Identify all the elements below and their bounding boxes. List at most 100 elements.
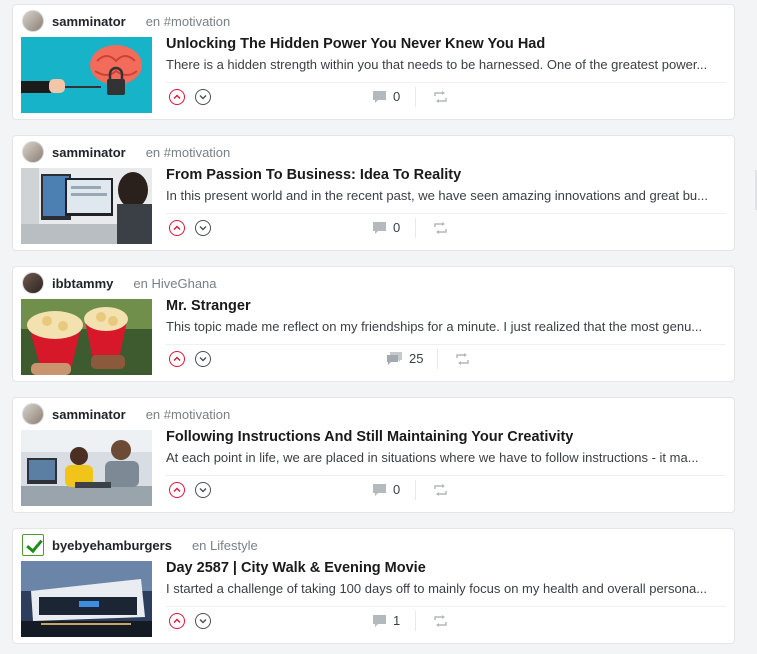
divider: [415, 87, 416, 107]
post-header: samminator en #motivation: [22, 10, 230, 32]
divider: [415, 480, 416, 500]
reblog-button[interactable]: [434, 614, 447, 632]
divider: [415, 218, 416, 238]
comment-count: 0: [393, 220, 401, 235]
chevron-up-icon: [173, 487, 181, 492]
reblog-icon: [434, 91, 447, 103]
post-card[interactable]: ibbtammy en HiveGhana Mr. Stranger This …: [12, 266, 735, 382]
post-card[interactable]: samminator en #motivation Following Inst…: [12, 397, 735, 513]
comment-count: 0: [393, 482, 401, 497]
author-avatar[interactable]: [22, 141, 44, 163]
post-title[interactable]: Day 2587 | City Walk & Evening Movie: [166, 560, 426, 576]
downvote-button[interactable]: [195, 613, 211, 629]
comments-button[interactable]: 1: [372, 613, 400, 629]
comment-count: 0: [393, 89, 401, 104]
upvote-button[interactable]: [169, 482, 185, 498]
community-name[interactable]: en #motivation: [146, 14, 231, 29]
chevron-up-icon: [173, 356, 181, 361]
divider: [166, 475, 726, 476]
post-actions: 0: [169, 218, 729, 239]
post-title[interactable]: Following Instructions And Still Maintai…: [166, 429, 573, 445]
post-header: byebyehamburgers en Lifestyle: [22, 534, 258, 556]
reblog-icon: [434, 615, 447, 627]
comments-button[interactable]: 0: [372, 482, 400, 498]
author-name[interactable]: samminator: [52, 407, 126, 422]
comment-icon: [373, 484, 386, 496]
upvote-button[interactable]: [169, 613, 185, 629]
reblog-icon: [456, 353, 469, 365]
upvote-button[interactable]: [169, 89, 185, 105]
community-name[interactable]: en Lifestyle: [192, 538, 258, 553]
chevron-down-icon: [199, 619, 207, 624]
post-title[interactable]: Unlocking The Hidden Power You Never Kne…: [166, 36, 545, 52]
reblog-icon: [434, 484, 447, 496]
post-header: ibbtammy en HiveGhana: [22, 272, 217, 294]
post-actions: 25: [169, 349, 729, 370]
author-avatar[interactable]: [22, 403, 44, 425]
post-thumbnail[interactable]: [21, 37, 152, 113]
post-title[interactable]: Mr. Stranger: [166, 298, 251, 314]
chevron-down-icon: [199, 226, 207, 231]
post-card[interactable]: byebyehamburgers en Lifestyle Day 2587 |…: [12, 528, 735, 644]
comment-icon: [373, 91, 386, 103]
downvote-button[interactable]: [195, 89, 211, 105]
downvote-button[interactable]: [195, 482, 211, 498]
comments-button[interactable]: 0: [372, 89, 400, 105]
post-thumbnail[interactable]: [21, 299, 152, 375]
comment-count: 1: [393, 613, 401, 628]
reblog-icon: [434, 222, 447, 234]
reblog-button[interactable]: [434, 90, 447, 108]
post-card[interactable]: samminator en #motivation From Passion T…: [12, 135, 735, 251]
author-name[interactable]: byebyehamburgers: [52, 538, 172, 553]
divider: [166, 213, 726, 214]
divider: [415, 611, 416, 631]
post-actions: 0: [169, 87, 729, 108]
community-name[interactable]: en #motivation: [146, 145, 231, 160]
post-thumbnail[interactable]: [21, 168, 152, 244]
community-name[interactable]: en #motivation: [146, 407, 231, 422]
author-name[interactable]: samminator: [52, 145, 126, 160]
reblog-button[interactable]: [456, 352, 469, 370]
reblog-button[interactable]: [434, 483, 447, 501]
post-title[interactable]: From Passion To Business: Idea To Realit…: [166, 167, 461, 183]
chevron-down-icon: [199, 357, 207, 362]
reblog-button[interactable]: [434, 221, 447, 239]
comments-button[interactable]: 25: [386, 351, 423, 367]
chevron-up-icon: [173, 618, 181, 623]
comment-icon: [373, 222, 386, 234]
post-summary[interactable]: I started a challenge of taking 100 days…: [166, 581, 728, 596]
post-summary[interactable]: At each point in life, we are placed in …: [166, 450, 728, 465]
downvote-button[interactable]: [195, 351, 211, 367]
post-summary[interactable]: This topic made me reflect on my friends…: [166, 319, 728, 334]
community-name[interactable]: en HiveGhana: [133, 276, 216, 291]
divider: [166, 82, 726, 83]
divider: [437, 349, 438, 369]
divider: [166, 606, 726, 607]
post-actions: 0: [169, 480, 729, 501]
author-avatar[interactable]: [22, 10, 44, 32]
post-thumbnail[interactable]: [21, 430, 152, 506]
downvote-button[interactable]: [195, 220, 211, 236]
comments-button[interactable]: 0: [372, 220, 400, 236]
post-header: samminator en #motivation: [22, 403, 230, 425]
upvote-button[interactable]: [169, 220, 185, 236]
post-card[interactable]: samminator en #motivation Unlocking The …: [12, 4, 735, 120]
checkmark-avatar[interactable]: [22, 534, 44, 556]
post-thumbnail[interactable]: [21, 561, 152, 637]
author-avatar[interactable]: [22, 272, 44, 294]
divider: [166, 344, 726, 345]
chevron-up-icon: [173, 94, 181, 99]
chevron-up-icon: [173, 225, 181, 230]
chevron-down-icon: [199, 95, 207, 100]
comment-icon: [373, 615, 386, 627]
post-header: samminator en #motivation: [22, 141, 230, 163]
post-summary[interactable]: There is a hidden strength within you th…: [166, 57, 728, 72]
author-name[interactable]: samminator: [52, 14, 126, 29]
upvote-button[interactable]: [169, 351, 185, 367]
post-actions: 1: [169, 611, 729, 632]
post-summary[interactable]: In this present world and in the recent …: [166, 188, 728, 203]
author-name[interactable]: ibbtammy: [52, 276, 113, 291]
comments-icon: [387, 352, 402, 365]
chevron-down-icon: [199, 488, 207, 493]
comment-count: 25: [409, 351, 424, 366]
